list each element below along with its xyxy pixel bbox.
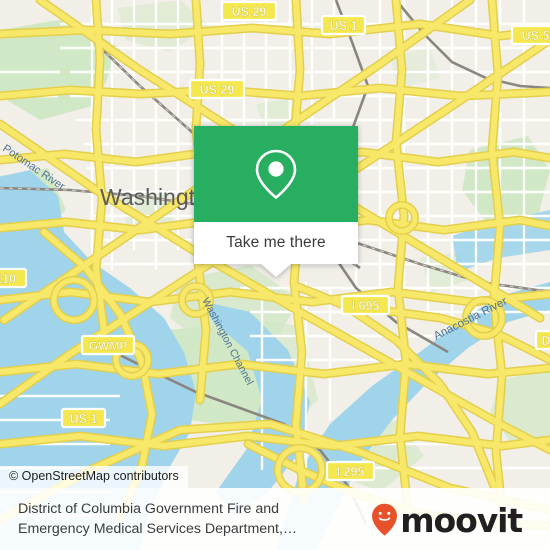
moovit-smiley-pin-icon xyxy=(372,503,398,536)
location-pin-icon xyxy=(255,149,297,199)
callout-pointer xyxy=(261,264,291,277)
shield-us-1-top: US 1 xyxy=(320,14,367,36)
shield-us-50-right: US 50 xyxy=(510,24,550,46)
shield-us-29-top: US 29 xyxy=(220,0,278,22)
svg-text:I 695: I 695 xyxy=(352,299,380,313)
moovit-wordmark: moovit xyxy=(400,500,523,540)
svg-text:US 1: US 1 xyxy=(70,412,98,426)
svg-text:110: 110 xyxy=(0,272,16,286)
place-title: District of Columbia Government Fire and… xyxy=(18,499,297,539)
shield-d-right: D xyxy=(534,329,550,351)
svg-text:US 1: US 1 xyxy=(330,19,358,33)
place-callout[interactable]: Take me there xyxy=(194,126,358,277)
map-place-card: Washington Potomac River Washington Chan… xyxy=(0,0,550,550)
svg-text:D: D xyxy=(541,334,550,348)
svg-text:I 295: I 295 xyxy=(337,465,365,479)
place-title-line-1: District of Columbia Government Fire and xyxy=(18,501,279,517)
shield-i-695: I 695 xyxy=(340,294,391,316)
svg-text:US 29: US 29 xyxy=(232,5,267,19)
map-attribution[interactable]: © OpenStreetMap contributors xyxy=(0,466,188,488)
footer-bar: District of Columbia Government Fire and… xyxy=(0,488,550,550)
svg-text:US 50: US 50 xyxy=(522,29,550,43)
place-title-line-2: Emergency Medical Services Department,… xyxy=(18,521,298,537)
moovit-logo[interactable]: moovit xyxy=(371,500,536,540)
shield-us-1-bottom: US 1 xyxy=(60,407,107,429)
shield-us-29-mid: US 29 xyxy=(188,78,246,100)
shield-gwmp: GWMP xyxy=(80,334,136,356)
shield-110: 110 xyxy=(0,267,28,289)
shield-i-295: I 295 xyxy=(325,460,376,482)
callout-header xyxy=(194,126,358,222)
take-me-there-button[interactable]: Take me there xyxy=(194,222,358,264)
take-me-there-label: Take me there xyxy=(226,234,326,251)
svg-text:US 29: US 29 xyxy=(200,83,235,97)
svg-text:GWMP: GWMP xyxy=(89,339,128,353)
